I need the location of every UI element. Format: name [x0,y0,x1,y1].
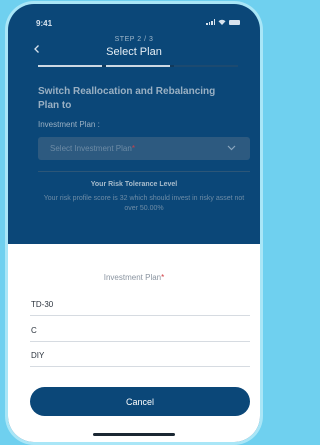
home-indicator [93,433,175,436]
status-time: 9:41 [36,19,53,28]
sheet-title: Investment Plan* [103,273,165,282]
progress-segment-3 [174,65,238,67]
page-title: Select Plan [106,46,162,58]
phone-frame: 9:41 STEP 2 / 3 Select Plan Switch Reall… [8,4,260,442]
required-mark: * [131,144,135,153]
cancel-button[interactable]: Cancel [30,387,250,416]
status-bar: 9:41 [8,4,260,30]
investment-plan-label: Investment Plan : [38,120,100,129]
risk-tolerance-title: Your Risk Tolerance Level [90,181,178,188]
progress-segment-1 [38,65,102,67]
investment-plan-select[interactable]: Select Investment Plan* [38,137,250,160]
plan-option-td-30[interactable]: TD-30 [30,294,250,316]
chevron-down-icon [227,145,236,151]
plan-option-label: C [31,326,37,335]
battery-icon [229,19,240,25]
status-icons [206,19,240,25]
plan-option-diy[interactable]: DIY [30,345,250,367]
plan-option-label: TD-30 [31,300,54,309]
sheet-required-mark: * [161,273,165,282]
signal-icon [206,19,215,25]
investment-plan-sheet: Investment Plan* TD-30 C DIY Cancel [8,244,260,442]
plan-option-c[interactable]: C [30,320,250,342]
risk-tolerance-text: Your risk profile score is 32 which shou… [43,195,245,212]
step-progress-bar [38,65,238,67]
wifi-icon [218,19,226,25]
divider [38,171,250,172]
plan-option-label: DIY [31,351,45,360]
progress-segment-2 [106,65,170,67]
section-title: Switch Reallocation and Rebalancing Plan… [38,86,216,111]
step-indicator: STEP 2 / 3 [114,36,154,43]
investment-plan-placeholder: Select Investment Plan* [50,144,135,153]
